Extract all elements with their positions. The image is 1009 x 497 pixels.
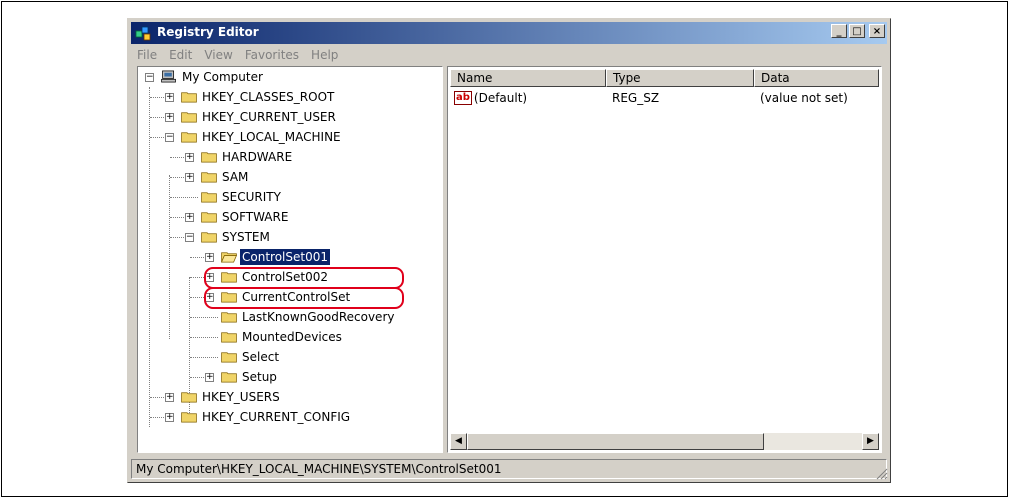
folder-icon: [221, 372, 237, 383]
menu-favorites[interactable]: Favorites: [239, 46, 305, 66]
tree-label-hku[interactable]: HKEY_USERS: [200, 390, 282, 404]
string-value-icon: ab: [454, 91, 472, 105]
column-header-data[interactable]: Data: [754, 69, 879, 87]
value-type: REG_SZ: [612, 91, 660, 105]
folder-open-icon: [201, 232, 217, 243]
value-row[interactable]: ab (Default): [454, 91, 527, 105]
values-list[interactable]: Name Type Data ab (Default) REG_SZ (valu…: [447, 66, 882, 453]
expand-toggle[interactable]: +: [165, 413, 174, 422]
tree-label-hklm[interactable]: HKEY_LOCAL_MACHINE: [200, 130, 343, 144]
folder-icon: [221, 332, 237, 343]
folder-icon: [181, 112, 197, 123]
folder-icon: [201, 152, 217, 163]
collapse-toggle[interactable]: −: [145, 73, 154, 82]
horizontal-scrollbar[interactable]: ◀ ▶: [450, 433, 879, 450]
folder-icon: [181, 392, 197, 403]
scroll-thumb[interactable]: [467, 433, 764, 450]
expand-toggle[interactable]: +: [165, 393, 174, 402]
column-header-type[interactable]: Type: [606, 69, 754, 87]
expand-toggle[interactable]: +: [205, 253, 214, 262]
folder-icon: [201, 172, 217, 183]
folder-open-icon: [181, 132, 197, 143]
scroll-right-arrow-icon[interactable]: ▶: [862, 433, 879, 450]
menu-file[interactable]: File: [131, 46, 163, 66]
menu-view[interactable]: View: [198, 46, 238, 66]
tree-label-software[interactable]: SOFTWARE: [220, 210, 290, 224]
menu-bar: File Edit View Favorites Help: [131, 46, 344, 66]
tree-label-system[interactable]: SYSTEM: [220, 230, 272, 244]
expand-toggle[interactable]: +: [165, 113, 174, 122]
value-name: (Default): [473, 91, 528, 105]
regedit-app-icon: [135, 26, 151, 41]
folder-icon: [181, 412, 197, 423]
my-computer-icon: [161, 70, 176, 83]
folder-open-icon: [221, 252, 237, 263]
folder-icon: [201, 212, 217, 223]
scroll-left-arrow-icon[interactable]: ◀: [450, 433, 467, 450]
folder-icon: [201, 192, 217, 203]
tree-label-hkcr[interactable]: HKEY_CLASSES_ROOT: [200, 90, 336, 104]
tree-label-hkcu[interactable]: HKEY_CURRENT_USER: [200, 110, 338, 124]
collapse-toggle[interactable]: −: [185, 233, 194, 242]
tree-label-controlset001[interactable]: ControlSet001: [240, 249, 330, 265]
value-data: (value not set): [760, 91, 848, 105]
folder-icon: [221, 352, 237, 363]
folder-icon: [181, 92, 197, 103]
tree-label-hardware[interactable]: HARDWARE: [220, 150, 294, 164]
tree-label-sam[interactable]: SAM: [220, 170, 250, 184]
title-bar[interactable]: Registry Editor _ □ ×: [131, 22, 887, 44]
collapse-toggle[interactable]: −: [165, 133, 174, 142]
highlight-ring-controlset002: [204, 267, 404, 289]
tree-label-select[interactable]: Select: [240, 350, 281, 364]
status-bar: My Computer\HKEY_LOCAL_MACHINE\SYSTEM\Co…: [131, 459, 887, 479]
expand-toggle[interactable]: +: [205, 373, 214, 382]
registry-editor-window: Registry Editor _ □ × File Edit View Fav…: [127, 18, 891, 483]
expand-toggle[interactable]: +: [165, 93, 174, 102]
close-button[interactable]: ×: [869, 24, 885, 38]
status-path: My Computer\HKEY_LOCAL_MACHINE\SYSTEM\Co…: [136, 462, 502, 476]
menu-help[interactable]: Help: [305, 46, 344, 66]
expand-toggle[interactable]: +: [185, 153, 194, 162]
column-header-name[interactable]: Name: [450, 69, 606, 87]
tree-label-mounteddevices[interactable]: MountedDevices: [240, 330, 344, 344]
registry-tree[interactable]: − My Computer + HKEY_CLASSES_ROOT + HKEY…: [137, 66, 443, 453]
maximize-button[interactable]: □: [849, 24, 865, 38]
tree-label-setup[interactable]: Setup: [240, 370, 279, 384]
minimize-button[interactable]: _: [831, 24, 847, 38]
resize-grip-icon[interactable]: [876, 468, 888, 480]
tree-line: [149, 87, 150, 427]
tree-label-hkcc[interactable]: HKEY_CURRENT_CONFIG: [200, 410, 352, 424]
tree-label-my-computer[interactable]: My Computer: [180, 70, 265, 84]
highlight-ring-currentcontrolset: [204, 287, 404, 309]
expand-toggle[interactable]: +: [185, 213, 194, 222]
tree-label-lastknowngoodrecovery[interactable]: LastKnownGoodRecovery: [240, 310, 396, 324]
tree-line: [169, 175, 170, 339]
menu-edit[interactable]: Edit: [163, 46, 198, 66]
folder-icon: [221, 312, 237, 323]
window-title: Registry Editor: [157, 25, 259, 39]
expand-toggle[interactable]: +: [185, 173, 194, 182]
tree-label-security[interactable]: SECURITY: [220, 190, 283, 204]
